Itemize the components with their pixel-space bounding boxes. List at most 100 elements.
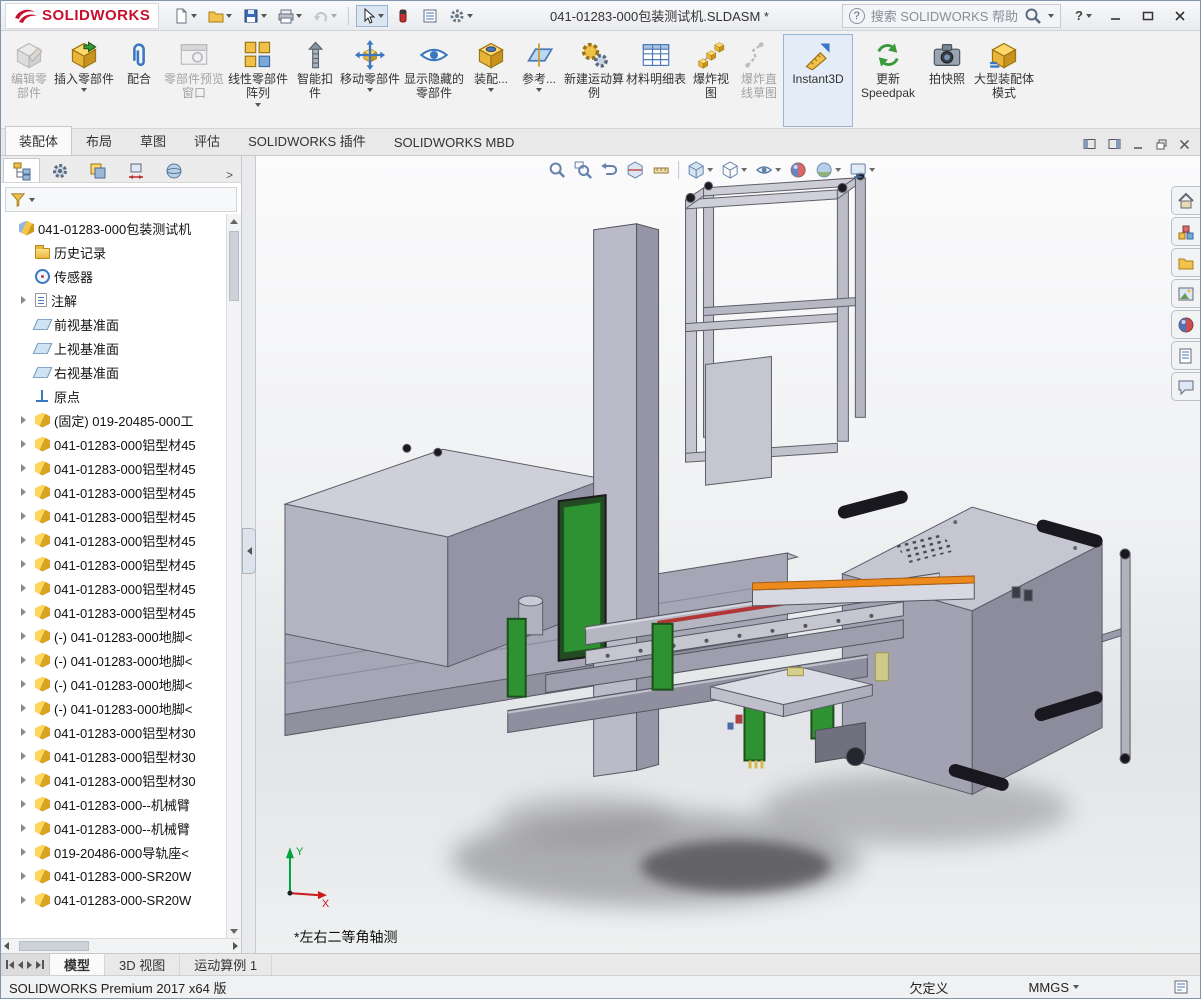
scroll-down-arrow[interactable] xyxy=(227,924,241,938)
doc-restore-icon[interactable] xyxy=(1156,139,1167,150)
expand-arrow-icon[interactable] xyxy=(21,776,31,784)
tree-item[interactable]: 041-01283-000铝型材45 xyxy=(1,552,226,576)
print-button[interactable] xyxy=(274,5,306,27)
previous-view-button[interactable] xyxy=(600,161,618,179)
expand-arrow-icon[interactable] xyxy=(21,656,31,664)
expand-arrow-icon[interactable] xyxy=(21,848,31,856)
tree-item[interactable]: 041-01283-000铝型材30 xyxy=(1,744,226,768)
expand-arrow-icon[interactable] xyxy=(21,728,31,736)
right-cabinet[interactable] xyxy=(842,497,1130,794)
undo-button[interactable] xyxy=(309,5,341,27)
custom-properties-tab[interactable] xyxy=(1171,341,1200,370)
filter-caret-icon[interactable] xyxy=(29,198,35,202)
measure-button[interactable] xyxy=(652,161,670,179)
expand-arrow-icon[interactable] xyxy=(21,800,31,808)
configurationmanager-tab[interactable] xyxy=(79,158,116,182)
expand-arrow-icon[interactable] xyxy=(21,824,31,832)
tree-item[interactable]: 历史记录 xyxy=(1,240,226,264)
home-tab[interactable] xyxy=(1171,186,1200,215)
tree-item[interactable]: 上视基准面 xyxy=(1,336,226,360)
tree-item[interactable]: 041-01283-000-SR20W xyxy=(1,864,226,888)
tree-item[interactable]: 041-01283-000铝型材30 xyxy=(1,768,226,792)
design-library-tab[interactable] xyxy=(1171,217,1200,246)
ribbon-button-mate[interactable]: 配合 xyxy=(115,34,163,127)
tree-horizontal-scrollbar[interactable] xyxy=(1,938,241,953)
tab-motion-study[interactable]: 运动算例 1 xyxy=(180,954,272,975)
tree-item[interactable]: 041-01283-000铝型材45 xyxy=(1,504,226,528)
expand-arrow-icon[interactable] xyxy=(21,512,31,520)
tab-mbd[interactable]: SOLIDWORKS MBD xyxy=(380,130,529,155)
hide-show-items-button[interactable] xyxy=(755,161,781,179)
ribbon-button-exploded-view[interactable]: 爆炸视图 xyxy=(687,34,735,127)
file-explorer-tab[interactable] xyxy=(1171,248,1200,277)
ribbon-button-instant3d[interactable]: Instant3D xyxy=(783,34,853,127)
tree-item[interactable]: (-) 041-01283-000地脚< xyxy=(1,648,226,672)
zoom-fit-button[interactable] xyxy=(548,161,566,179)
doc-minimize-icon[interactable] xyxy=(1133,139,1144,150)
tree-vscroll-thumb[interactable] xyxy=(229,231,239,301)
scroll-up-arrow[interactable] xyxy=(227,214,241,228)
model-3d-view[interactable]: Y X xyxy=(256,156,1200,953)
ribbon-button-update-speedpak[interactable]: 更新 Speedpak xyxy=(853,34,923,127)
displaymanager-tab[interactable] xyxy=(155,158,192,182)
last-tab-button[interactable] xyxy=(36,960,44,969)
tree-filter-bar[interactable] xyxy=(5,187,237,212)
search-box[interactable]: ? 搜索 SOLIDWORKS 帮助 xyxy=(842,4,1061,28)
tree-item[interactable]: 041-01283-000--机械臂 xyxy=(1,792,226,816)
tree-item[interactable]: 041-01283-000-SR20W xyxy=(1,888,226,912)
tree-item[interactable]: 041-01283-000铝型材45 xyxy=(1,600,226,624)
forum-tab[interactable] xyxy=(1171,372,1200,401)
minimize-button[interactable] xyxy=(1100,3,1132,29)
expand-arrow-icon[interactable] xyxy=(21,536,31,544)
appearances-tab[interactable] xyxy=(1171,310,1200,339)
ribbon-button-linear-pattern[interactable]: 线性零部件阵列 xyxy=(225,34,291,127)
search-caret-icon[interactable] xyxy=(1048,14,1054,18)
ribbon-button-large-assembly-mode[interactable]: 大型装配体模式 xyxy=(971,34,1037,127)
panel-splitter[interactable] xyxy=(241,156,256,953)
expand-arrow-icon[interactable] xyxy=(21,704,31,712)
view-settings-button[interactable] xyxy=(849,161,875,179)
expand-arrow-icon[interactable] xyxy=(21,584,31,592)
expand-arrow-icon[interactable] xyxy=(21,752,31,760)
tree-item[interactable]: (-) 041-01283-000地脚< xyxy=(1,696,226,720)
gantry-frame[interactable] xyxy=(686,172,866,485)
zoom-area-button[interactable] xyxy=(574,161,592,179)
scroll-right-arrow[interactable] xyxy=(233,942,238,950)
expand-arrow-icon[interactable] xyxy=(21,416,31,424)
expand-arrow-icon[interactable] xyxy=(21,488,31,496)
tree-item[interactable]: 019-20486-000导轨座< xyxy=(1,840,226,864)
featuremanager-tab[interactable] xyxy=(3,158,40,182)
open-button[interactable] xyxy=(204,5,236,27)
ribbon-button-reference-geometry[interactable]: 参考... xyxy=(515,34,563,127)
panel-collapse-handle[interactable] xyxy=(242,528,256,574)
expand-arrow-icon[interactable] xyxy=(21,440,31,448)
ribbon-button-insert-component[interactable]: 插入零部件 xyxy=(53,34,115,127)
view-palette-tab[interactable] xyxy=(1171,279,1200,308)
help-button[interactable]: ? xyxy=(1067,8,1100,23)
expand-arrow-icon[interactable] xyxy=(21,464,31,472)
panel-tabs-overflow-button[interactable]: > xyxy=(220,168,239,182)
expand-arrow-icon[interactable] xyxy=(21,296,31,304)
tree-item[interactable]: (-) 041-01283-000地脚< xyxy=(1,624,226,648)
tree-item[interactable]: 041-01283-000--机械臂 xyxy=(1,816,226,840)
selection-filter-button[interactable] xyxy=(391,5,415,27)
apply-scene-button[interactable] xyxy=(815,161,841,179)
search-icon[interactable] xyxy=(1024,7,1042,25)
tab-model[interactable]: 模型 xyxy=(50,954,105,975)
doc-close-icon[interactable] xyxy=(1179,139,1190,150)
first-tab-button[interactable] xyxy=(6,960,14,969)
units-selector[interactable]: MMGS xyxy=(1029,980,1079,995)
scroll-left-arrow[interactable] xyxy=(4,942,9,950)
ribbon-button-assembly-features[interactable]: 装配... xyxy=(467,34,515,127)
expand-arrow-icon[interactable] xyxy=(21,608,31,616)
tree-root-item[interactable]: 041-01283-000包装测试机 xyxy=(1,216,226,240)
section-view-button[interactable] xyxy=(626,161,644,179)
tree-item[interactable]: 041-01283-000铝型材30 xyxy=(1,720,226,744)
tree-item[interactable]: 传感器 xyxy=(1,264,226,288)
gearbox[interactable] xyxy=(815,723,865,766)
tree-item[interactable]: 右视基准面 xyxy=(1,360,226,384)
dimxpertmanager-tab[interactable] xyxy=(117,158,154,182)
ribbon-button-smart-fastener[interactable]: 智能扣件 xyxy=(291,34,339,127)
tree-item[interactable]: (-) 041-01283-000地脚< xyxy=(1,672,226,696)
pane-right-icon[interactable] xyxy=(1108,138,1121,150)
